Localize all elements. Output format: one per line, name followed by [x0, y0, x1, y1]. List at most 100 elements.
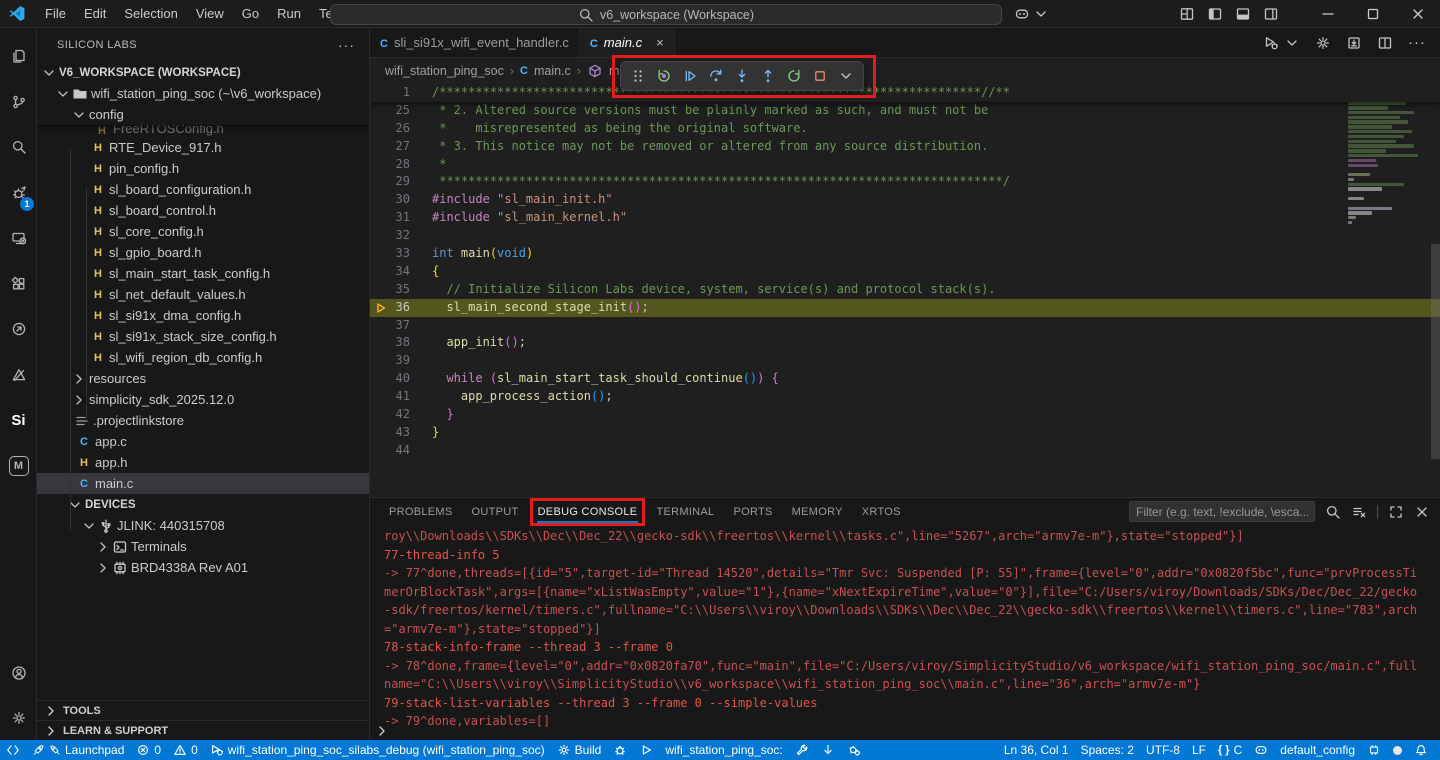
- code-line-31[interactable]: 31#include "sl_main_kernel.h": [370, 209, 1440, 227]
- status-dot[interactable]: [1387, 740, 1408, 760]
- editor-scrollbar[interactable]: [1431, 244, 1440, 459]
- toggle-panel-icon[interactable]: [1235, 6, 1251, 22]
- status-remote[interactable]: [0, 740, 26, 760]
- activity-account[interactable]: [0, 653, 37, 693]
- minimize-button[interactable]: [1305, 0, 1350, 28]
- status-lf[interactable]: LF: [1186, 740, 1212, 760]
- code-line-41[interactable]: 41 app_process_action();: [370, 388, 1440, 406]
- panel-tab-xrtos[interactable]: XRTOS: [861, 502, 902, 522]
- menu-view[interactable]: View: [187, 0, 233, 28]
- section-tools[interactable]: TOOLS: [37, 700, 369, 720]
- panel-tab-terminal[interactable]: TERMINAL: [655, 502, 715, 522]
- status-bell[interactable]: [1408, 740, 1434, 760]
- panel-tab-output[interactable]: OUTPUT: [471, 502, 520, 522]
- activity-run-circle[interactable]: [0, 309, 37, 349]
- flash-download-icon[interactable]: [1346, 35, 1362, 51]
- activity-explorer[interactable]: [0, 36, 37, 76]
- code-line-37[interactable]: 37: [370, 317, 1440, 335]
- status-wrench[interactable]: [789, 740, 815, 760]
- file-app-h[interactable]: Happ.h: [37, 452, 369, 473]
- activity-silabs-tools[interactable]: [0, 355, 37, 395]
- code-line-39[interactable]: 39: [370, 352, 1440, 370]
- ellipsis-icon[interactable]: ···: [1408, 34, 1426, 51]
- close-tab-icon[interactable]: ×: [656, 35, 664, 50]
- panel-tab-ports[interactable]: PORTS: [732, 502, 773, 522]
- debug-step-out-icon[interactable]: [757, 65, 779, 87]
- code-line-27[interactable]: 27 * 3. This notice may not be removed o…: [370, 138, 1440, 156]
- debug-restart-icon[interactable]: [783, 65, 805, 87]
- status-launchpad[interactable]: Launchpad: [26, 740, 130, 760]
- status-play[interactable]: [633, 740, 659, 760]
- file-app-c[interactable]: Capp.c: [37, 431, 369, 452]
- device-JLINK--440315708[interactable]: JLINK: 440315708: [37, 515, 369, 536]
- toggle-sidebar-icon[interactable]: [1207, 6, 1223, 22]
- debug-step-over-icon[interactable]: [705, 65, 727, 87]
- code-line-28[interactable]: 28 *: [370, 156, 1440, 174]
- panel-tab-debug-console[interactable]: DEBUG CONSOLE: [537, 502, 639, 522]
- tab-main-c[interactable]: Cmain.c×: [580, 28, 675, 57]
- split-editor-icon[interactable]: [1377, 35, 1393, 51]
- status-default_config[interactable]: default_config: [1274, 740, 1361, 760]
- status-debug[interactable]: wifi_station_ping_soc_silabs_debug (wifi…: [204, 740, 551, 760]
- status-wifi_station_ping_soc-[interactable]: wifi_station_ping_soc:: [659, 740, 788, 760]
- debug-reset-icon[interactable]: [653, 65, 675, 87]
- debug-stop-icon[interactable]: [809, 65, 831, 87]
- maximize-button[interactable]: [1350, 0, 1395, 28]
- activity-search[interactable]: [0, 127, 37, 167]
- status-spaces-2[interactable]: Spaces: 2: [1075, 740, 1140, 760]
- tab-sli_si91x_wifi_event_handler-c[interactable]: Csli_si91x_wifi_event_handler.c: [370, 28, 580, 57]
- close-button[interactable]: [1395, 0, 1440, 28]
- activity-settings-gear[interactable]: [0, 698, 37, 738]
- section-learn[interactable]: LEARN & SUPPORT: [37, 720, 369, 740]
- customize-layout-icon[interactable]: [1179, 6, 1195, 22]
- status-arrow-down[interactable]: [815, 740, 841, 760]
- file-RTE_Device_917-h[interactable]: HRTE_Device_917.h: [37, 137, 369, 158]
- code-line-42[interactable]: 42 }: [370, 406, 1440, 424]
- minimap[interactable]: [1348, 87, 1430, 230]
- file-hidden[interactable]: HFreeRTOSConfig.h: [37, 125, 369, 137]
- status-copilot[interactable]: [1248, 740, 1274, 760]
- console-filter-input[interactable]: [1129, 501, 1315, 522]
- status-bug[interactable]: [607, 740, 633, 760]
- status-chip[interactable]: [1361, 740, 1387, 760]
- activity-silicon-labs[interactable]: Si: [0, 400, 37, 440]
- debug-step-into-icon[interactable]: [731, 65, 753, 87]
- status-utf-8[interactable]: UTF-8: [1140, 740, 1186, 760]
- menu-go[interactable]: Go: [233, 0, 268, 28]
- debug-run-icon[interactable]: [1263, 35, 1279, 51]
- code-line-33[interactable]: 33int main(void): [370, 245, 1440, 263]
- code-line-35[interactable]: 35 // Initialize Silicon Labs device, sy…: [370, 281, 1440, 299]
- activity-remote-explorer[interactable]: [0, 218, 37, 258]
- status-gear[interactable]: Build: [551, 740, 608, 760]
- breadcrumb[interactable]: wifi_station_ping_soc›Cmain.c›main: [370, 58, 1440, 84]
- status-debug-gear[interactable]: [841, 740, 867, 760]
- copilot-menu[interactable]: [1014, 6, 1049, 22]
- code-line-30[interactable]: 30#include "sl_main_init.h": [370, 191, 1440, 209]
- activity-source-control[interactable]: [0, 82, 37, 122]
- gear-icon[interactable]: [1315, 35, 1331, 51]
- code-line-43[interactable]: 43}: [370, 424, 1440, 442]
- search-icon[interactable]: [1325, 504, 1341, 520]
- panel-tab-problems[interactable]: PROBLEMS: [388, 502, 454, 522]
- file-main-c[interactable]: Cmain.c: [37, 473, 369, 494]
- file-pin_config-h[interactable]: Hpin_config.h: [37, 158, 369, 179]
- sidebar-more-actions-icon[interactable]: ···: [338, 37, 355, 53]
- debug-continue-icon[interactable]: [679, 65, 701, 87]
- project-folder[interactable]: wifi_station_ping_soc (~\v6_workspace): [37, 83, 369, 104]
- sticky-code-line[interactable]: 1/**************************************…: [370, 84, 1440, 102]
- activity-mcu[interactable]: M: [0, 446, 37, 486]
- code-editor[interactable]: 1/**************************************…: [370, 84, 1440, 497]
- device-BRD4338A-Rev-A01[interactable]: BRD4338A Rev A01: [37, 557, 369, 578]
- activity-extensions[interactable]: [0, 264, 37, 304]
- devices-section[interactable]: DEVICES: [37, 494, 369, 515]
- menu-run[interactable]: Run: [268, 0, 310, 28]
- debug-console-output[interactable]: roy\\Downloads\\SDKs\\Dec\\Dec_22\\gecko…: [370, 525, 1440, 740]
- toolbar-more-icon[interactable]: [835, 65, 857, 87]
- breadcrumb-item[interactable]: wifi_station_ping_soc: [385, 64, 504, 78]
- menu-edit[interactable]: Edit: [75, 0, 115, 28]
- maximize-panel-icon[interactable]: [1388, 504, 1404, 520]
- command-center-search[interactable]: v6_workspace (Workspace): [330, 4, 1002, 25]
- panel-tab-memory[interactable]: MEMORY: [791, 502, 844, 522]
- code-line-29[interactable]: 29 *************************************…: [370, 173, 1440, 191]
- code-line-36[interactable]: 36 sl_main_second_stage_init();: [370, 299, 1440, 317]
